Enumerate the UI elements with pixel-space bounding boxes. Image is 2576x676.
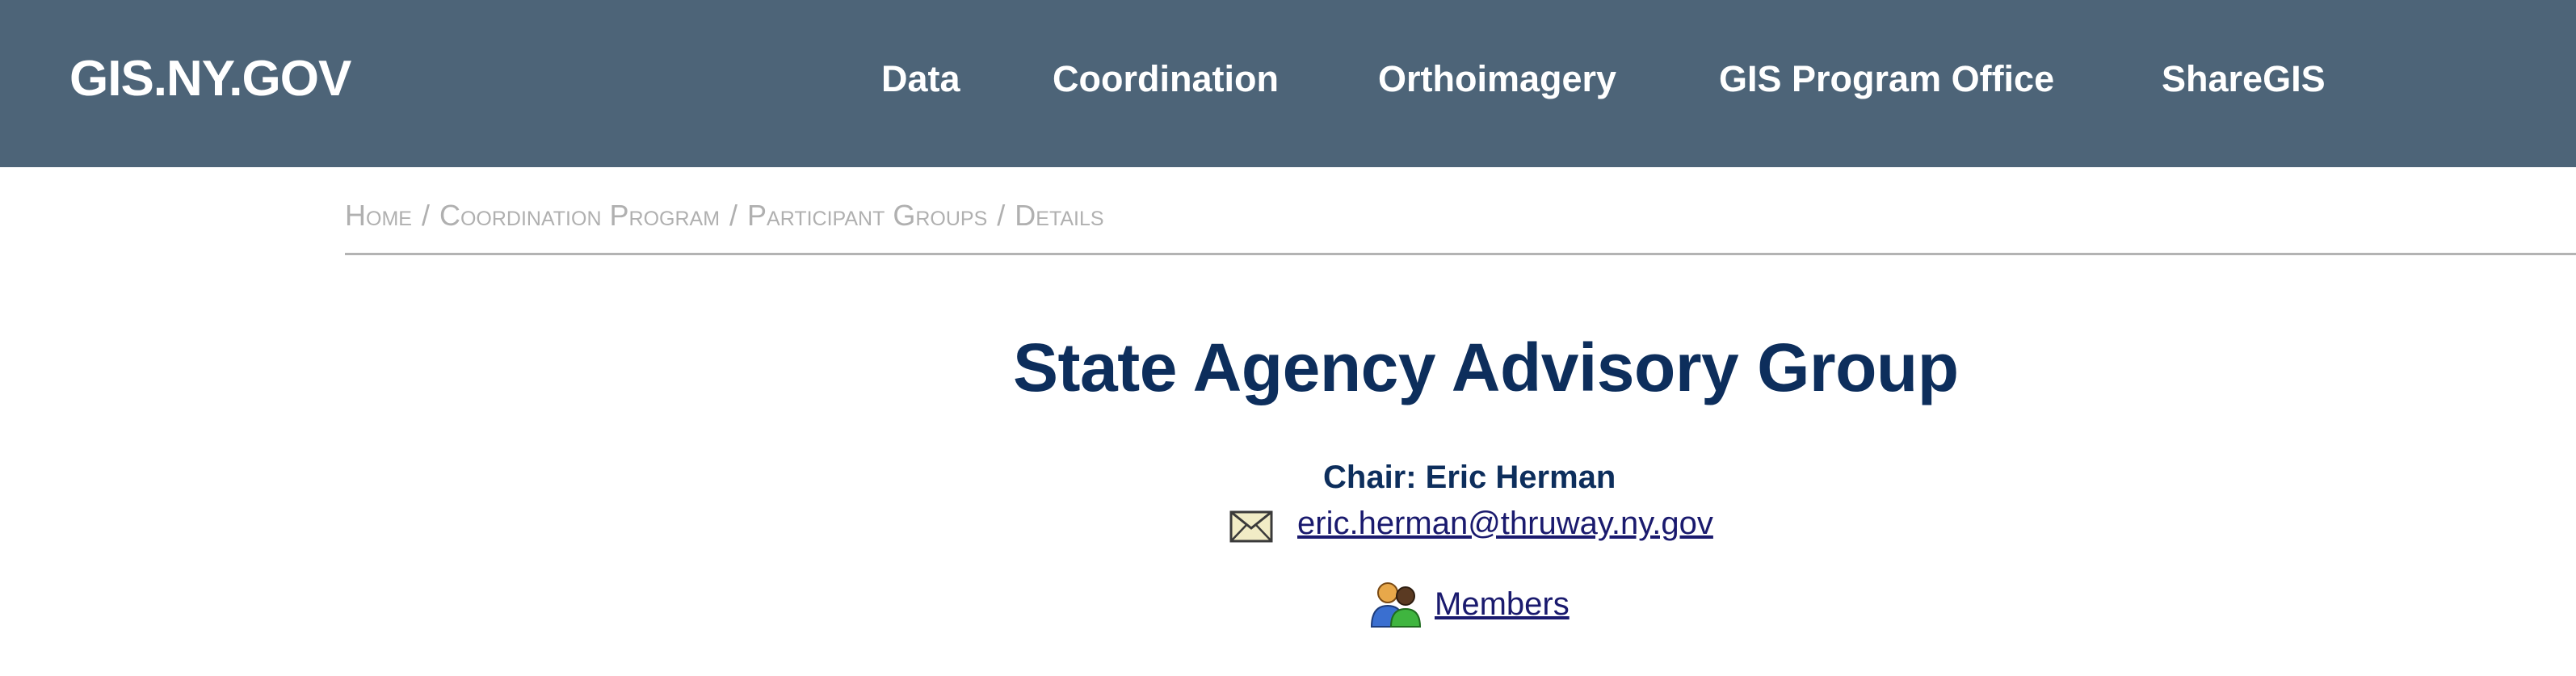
nav-item-gis-program-office[interactable]: GIS Program Office — [1719, 48, 2054, 110]
breadcrumb-coordination-program[interactable]: Coordination Program — [439, 199, 720, 232]
breadcrumb-details: Details — [1015, 199, 1104, 232]
breadcrumb: Home / Coordination Program / Participant Gr… — [345, 194, 1104, 237]
breadcrumb-participant-groups[interactable]: Participant Groups — [747, 199, 987, 232]
breadcrumb-separator: / — [729, 199, 738, 232]
page-title: State Agency Advisory Group — [1013, 330, 1959, 405]
breadcrumb-divider — [345, 253, 2576, 255]
page: GIS.NY.GOV Data Coordination Orthoimager… — [0, 0, 2576, 676]
people-icon — [1368, 580, 1425, 628]
chair-email-link[interactable]: eric.herman@thruway.ny.gov — [1297, 501, 1713, 546]
breadcrumb-home[interactable]: Home — [345, 199, 412, 232]
nav-item-orthoimagery[interactable]: Orthoimagery — [1378, 48, 1616, 110]
nav-item-sharegis[interactable]: ShareGIS — [2162, 48, 2326, 110]
chair-label: Chair: Eric Herman — [1323, 460, 1616, 495]
nav-item-data[interactable]: Data — [881, 48, 960, 110]
nav-item-coordination[interactable]: Coordination — [1053, 48, 1279, 110]
breadcrumb-separator: / — [997, 199, 1006, 232]
breadcrumb-separator: / — [421, 199, 430, 232]
site-header: GIS.NY.GOV Data Coordination Orthoimager… — [0, 0, 2576, 167]
members-link[interactable]: Members — [1435, 582, 1570, 627]
site-logo[interactable]: GIS.NY.GOV — [69, 47, 351, 111]
envelope-icon — [1229, 510, 1273, 543]
